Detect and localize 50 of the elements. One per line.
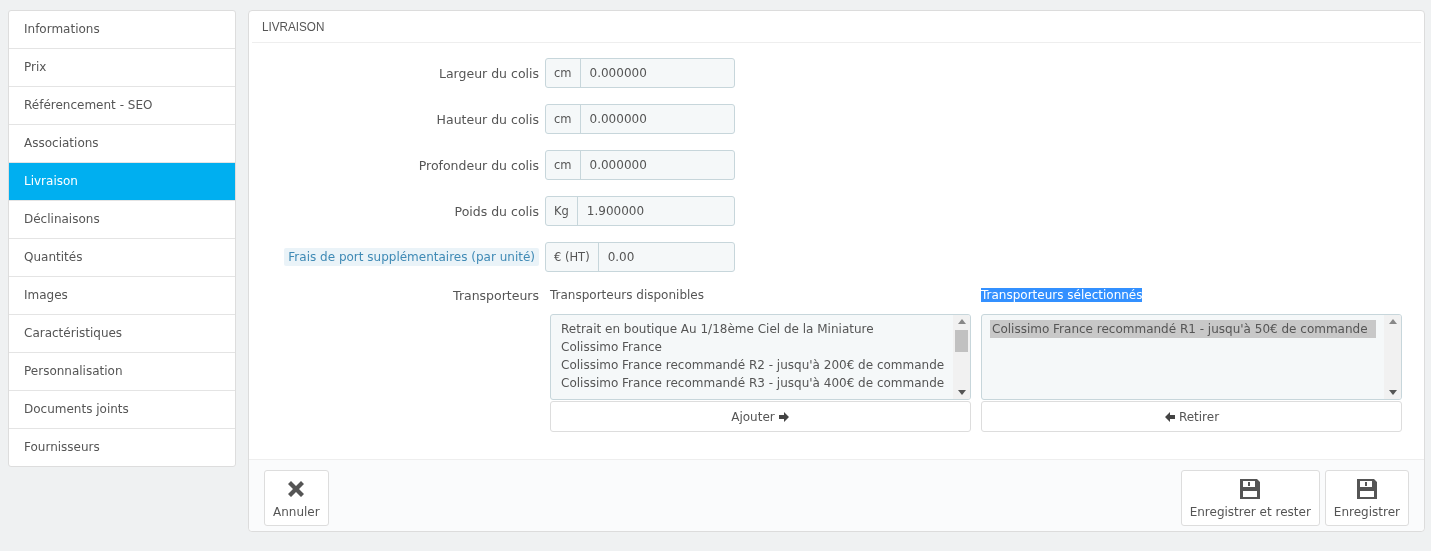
sidebar-item[interactable]: Référencement - SEO (9, 86, 235, 124)
cancel-button[interactable]: Annuler (264, 470, 329, 526)
sidebar-item[interactable]: Informations (9, 11, 235, 48)
field-label: Poids du colis (454, 203, 539, 219)
sidebar-item[interactable]: Personnalisation (9, 352, 235, 390)
input-field[interactable]: cm 0.000000 (545, 58, 735, 88)
carrier-list[interactable]: Retrait en boutique Au 1/18ème Ciel de la Miniature Colissimo France Colissimo France recommandé R2 - jusqu'à 200€ de commande Colissimo France recommandé R3 - jusqu'à 400€ de commande (550, 314, 971, 400)
save-stay-button[interactable]: Enregistrer et rester (1180, 470, 1320, 526)
scroll-up-icon[interactable] (1388, 319, 1397, 324)
unit-addon: cm (546, 151, 581, 179)
input-field[interactable]: € (HT) 0.00 (545, 242, 735, 272)
scrollbar-thumb[interactable] (955, 330, 968, 352)
unit-addon: € (HT) (546, 243, 599, 271)
unit-addon: cm (546, 59, 581, 87)
remove-button[interactable]: Retirer (981, 401, 1402, 432)
list-title: Transporteurs disponibles (550, 288, 704, 302)
list-option[interactable]: Colissimo France recommandé R2 - jusqu'à 200€ de commande (559, 356, 945, 374)
sidebar-item[interactable]: Images (9, 276, 235, 314)
scroll-up-icon[interactable] (957, 319, 966, 324)
sidebar-item[interactable]: Fournisseurs (9, 428, 235, 466)
field-label: Profondeur du colis (418, 157, 539, 173)
unit-addon: Kg (546, 197, 578, 225)
scroll-down-icon[interactable] (957, 390, 966, 395)
list-title: Transporteurs sélectionnés (981, 288, 1143, 302)
list-option[interactable]: Colissimo France recommandé R1 - jusqu'à 50€ de commande (990, 320, 1376, 338)
list-option[interactable]: Colissimo France (559, 338, 945, 356)
sidebar-item[interactable]: Quantités (9, 238, 235, 276)
scroll-down-icon[interactable] (1388, 390, 1397, 395)
sidebar-item[interactable]: Documents joints (9, 390, 235, 428)
sidebar-item[interactable]: Caractéristiques (9, 314, 235, 352)
scrollbar[interactable] (1384, 315, 1401, 399)
arrow-right-icon (777, 410, 790, 423)
save-button[interactable]: Enregistrer (1324, 470, 1409, 526)
unit-addon: cm (546, 105, 581, 133)
sidebar-item[interactable]: Déclinaisons (9, 200, 235, 238)
input-field[interactable]: cm 0.000000 (545, 104, 735, 134)
field-label: Frais de port supplémentaires (par unité) (284, 248, 539, 266)
panel-title: LIVRAISON (262, 19, 325, 34)
carrier-list[interactable]: Colissimo France recommandé R1 - jusqu'à 50€ de commande (981, 314, 1402, 400)
list-option[interactable]: Colissimo France recommandé R3 - jusqu'à 400€ de commande (559, 374, 945, 392)
arrow-left-icon (1163, 410, 1176, 423)
field-label: Transporteurs (453, 288, 539, 303)
add-button[interactable]: Ajouter (550, 401, 971, 432)
sidebar-item[interactable]: Prix (9, 48, 235, 86)
list-option[interactable]: Retrait en boutique Au 1/18ème Ciel de la Miniature (559, 320, 945, 338)
field-label: Hauteur du colis (436, 111, 539, 127)
field-label: Largeur du colis (439, 65, 539, 81)
input-field[interactable]: Kg 1.900000 (545, 196, 735, 226)
input-field[interactable]: cm 0.000000 (545, 150, 735, 180)
scrollbar[interactable] (953, 315, 970, 399)
